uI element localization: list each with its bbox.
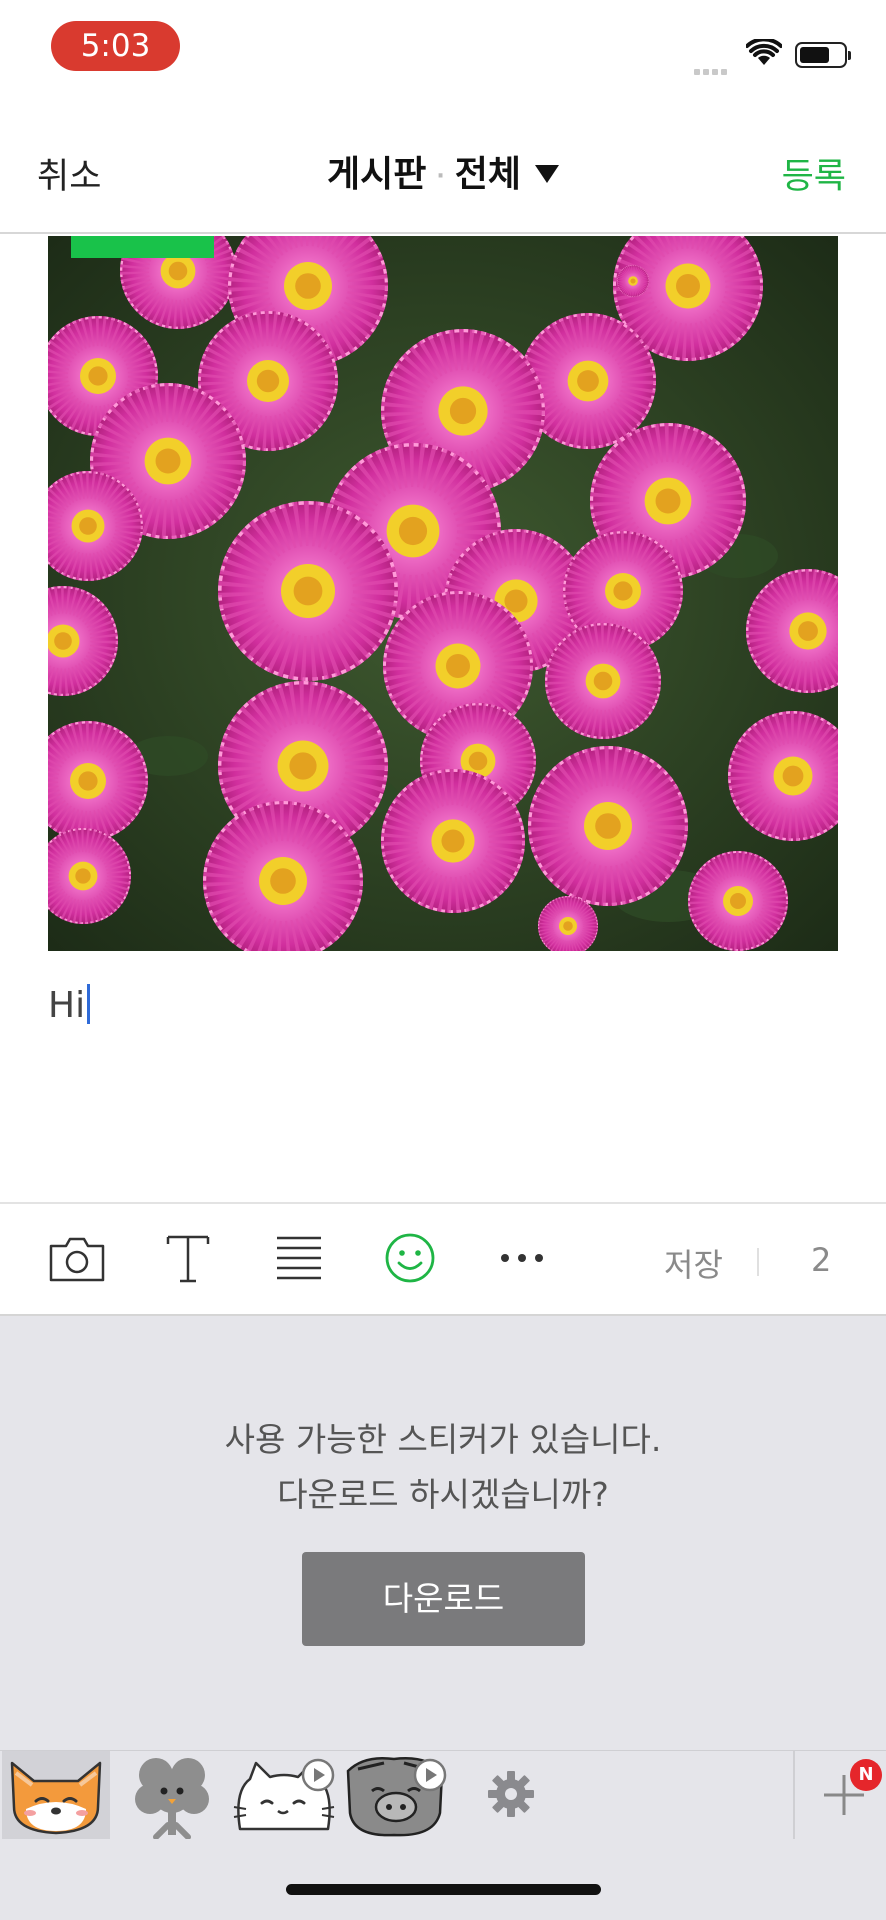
home-indicator	[286, 1884, 601, 1895]
sticker-tab-pig[interactable]	[344, 1751, 448, 1839]
align-lines-icon[interactable]	[275, 1234, 323, 1282]
tray-divider	[793, 1751, 795, 1839]
post-text-input[interactable]: Hi	[48, 984, 91, 1027]
save-button[interactable]: 저장	[664, 1240, 723, 1286]
status-time: 5:03	[51, 21, 180, 71]
gear-icon	[488, 1771, 534, 1817]
wifi-icon	[746, 39, 782, 65]
download-button[interactable]: 다운로드	[302, 1552, 585, 1646]
representative-photo-tag	[71, 236, 214, 258]
fox-sticker-icon	[10, 1761, 102, 1835]
pig-sticker-icon	[346, 1757, 447, 1837]
cellular-signal-icon	[694, 60, 736, 75]
new-badge: N	[850, 1759, 882, 1791]
camera-icon[interactable]	[48, 1234, 106, 1284]
clover-sticker-icon	[135, 1758, 209, 1840]
text-format-icon[interactable]	[166, 1234, 210, 1284]
attached-photo[interactable]	[48, 236, 838, 951]
status-bar: 5:03	[0, 0, 886, 100]
sticker-tab-cat[interactable]	[232, 1751, 336, 1839]
filter-label: 전체	[454, 154, 521, 195]
board-selector[interactable]: 게시판 · 전체	[0, 145, 886, 197]
board-label: 게시판	[327, 154, 427, 195]
register-button[interactable]: 등록	[782, 148, 846, 199]
battery-icon	[795, 42, 851, 68]
draft-count[interactable]: 2	[811, 1241, 831, 1279]
dropdown-caret-icon	[534, 165, 559, 183]
sticker-message-line1: 사용 가능한 스티커가 있습니다.	[224, 1420, 662, 1459]
sticker-download-message: 사용 가능한 스티커가 있습니다. 다운로드 하시겠습니까?	[0, 1412, 886, 1522]
toolbar-divider	[757, 1248, 759, 1276]
sticker-tab-fox[interactable]	[2, 1751, 110, 1839]
cat-sticker-icon	[233, 1758, 335, 1831]
flower-photo-image	[48, 236, 838, 951]
editor-toolbar: 저장 2	[0, 1202, 886, 1316]
navigation-bar: 취소 게시판 · 전체 등록	[0, 100, 886, 234]
post-text-value: Hi	[48, 985, 86, 1026]
title-separator: ·	[436, 163, 445, 189]
sticker-tab-clover[interactable]	[130, 1751, 214, 1840]
sticker-panel: 사용 가능한 스티커가 있습니다. 다운로드 하시겠습니까? 다운로드	[0, 1316, 886, 1750]
sticker-settings-button[interactable]	[484, 1767, 538, 1821]
sticker-message-line2: 다운로드 하시겠습니까?	[277, 1475, 609, 1514]
more-icon[interactable]	[500, 1252, 544, 1264]
text-cursor	[87, 984, 91, 1024]
smiley-icon[interactable]	[384, 1232, 436, 1284]
